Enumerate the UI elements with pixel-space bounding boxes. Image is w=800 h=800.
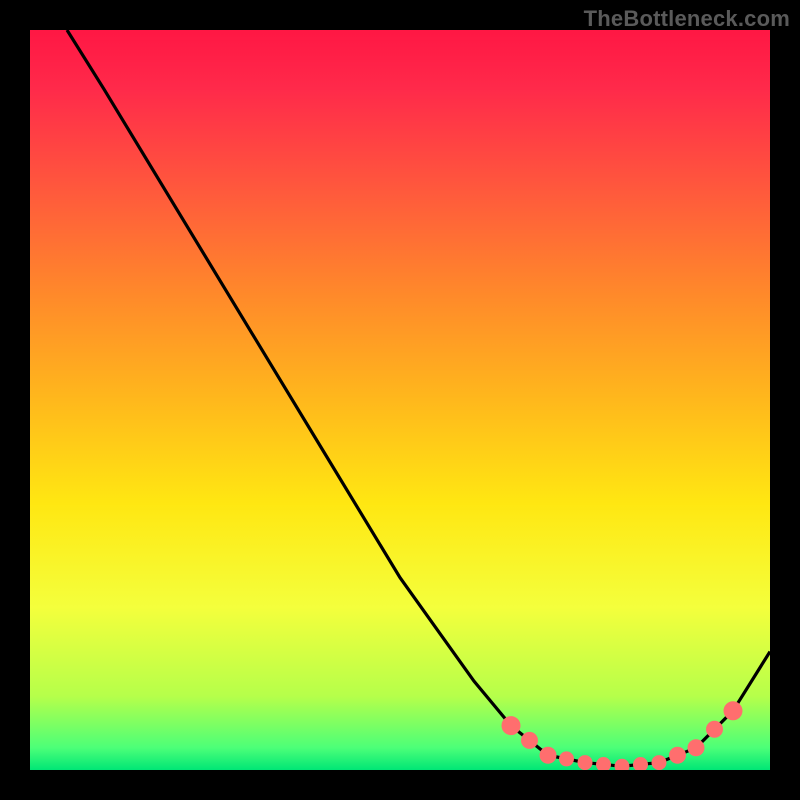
- watermark-text: TheBottleneck.com: [584, 6, 790, 32]
- bottleneck-chart: [30, 30, 770, 770]
- gradient-panel: [30, 30, 770, 770]
- chart-frame: TheBottleneck.com: [0, 0, 800, 800]
